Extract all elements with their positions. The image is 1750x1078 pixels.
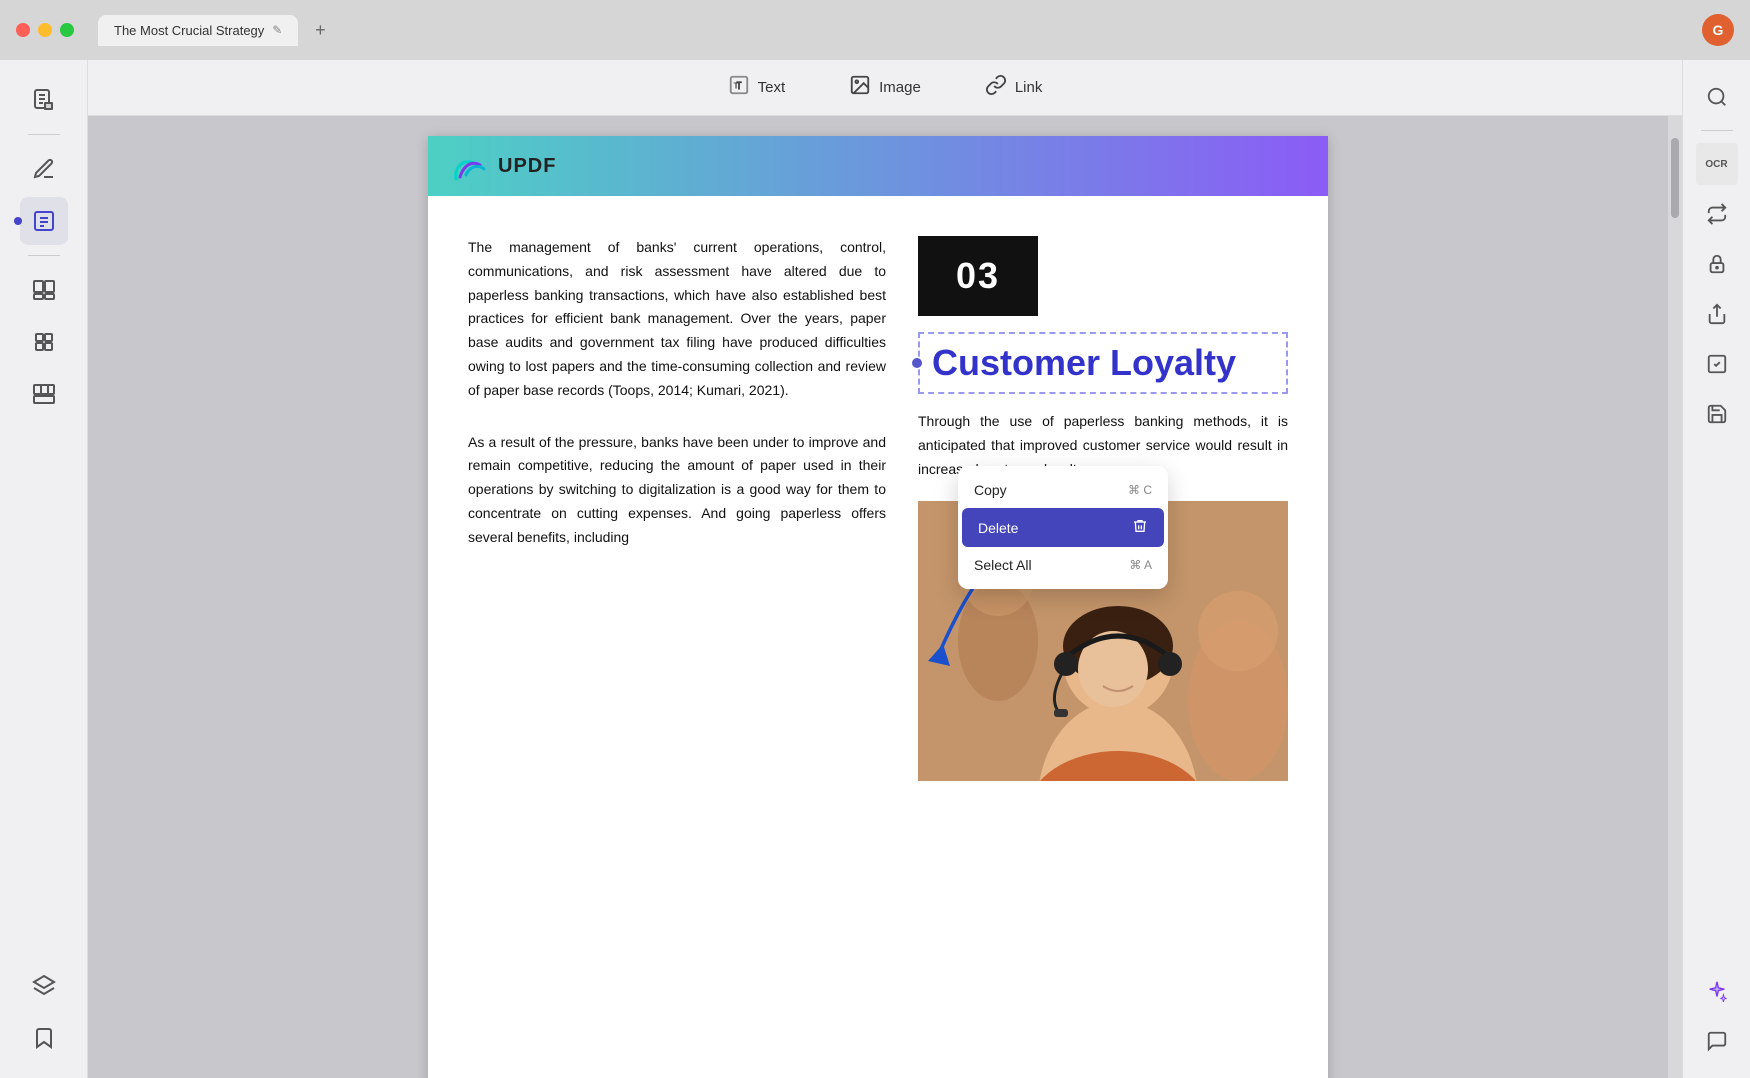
svg-text:T: T bbox=[733, 82, 738, 91]
paragraph-2: As a result of the pressure, banks have … bbox=[468, 431, 886, 550]
ocr-panel-icon[interactable]: OCR bbox=[1696, 143, 1738, 185]
context-menu-copy[interactable]: Copy ⌘ C bbox=[958, 472, 1168, 508]
sidebar-divider-1 bbox=[28, 134, 60, 135]
updf-logo: UPDF bbox=[452, 151, 556, 181]
context-menu-select-all-shortcut: ⌘ A bbox=[1129, 558, 1152, 572]
doc-scroll[interactable]: UPDF The management of banks' current op… bbox=[88, 116, 1668, 1078]
user-avatar[interactable]: G bbox=[1702, 14, 1734, 46]
left-sidebar bbox=[0, 60, 88, 1078]
image-tool-label: Image bbox=[879, 79, 921, 96]
sidebar-icon-edit[interactable] bbox=[20, 197, 68, 245]
context-menu-select-all-label: Select All bbox=[974, 557, 1032, 573]
context-menu-delete[interactable]: Delete bbox=[962, 508, 1164, 547]
check-panel-icon[interactable] bbox=[1696, 343, 1738, 385]
context-menu-delete-icon bbox=[1132, 518, 1148, 537]
right-panel-divider-1 bbox=[1701, 130, 1733, 131]
sidebar-icon-stamp[interactable] bbox=[20, 370, 68, 418]
scrollbar-track[interactable] bbox=[1668, 116, 1682, 1078]
app-window: T Text Image bbox=[0, 60, 1750, 1078]
text-tool-label: Text bbox=[758, 79, 786, 96]
close-button[interactable] bbox=[16, 23, 30, 37]
section-heading: Customer Loyalty bbox=[932, 342, 1236, 383]
sidebar-icon-organize[interactable] bbox=[20, 266, 68, 314]
heading-selection-dot bbox=[912, 358, 922, 368]
context-menu-copy-label: Copy bbox=[974, 482, 1007, 498]
doc-page: UPDF The management of banks' current op… bbox=[428, 136, 1328, 1078]
titlebar: The Most Crucial Strategy ✎ + G bbox=[0, 0, 1750, 60]
minimize-button[interactable] bbox=[38, 23, 52, 37]
link-tool-button[interactable]: Link bbox=[973, 68, 1055, 107]
heading-box[interactable]: Customer Loyalty bbox=[918, 332, 1288, 394]
sidebar-icon-annotate[interactable] bbox=[20, 145, 68, 193]
edit-tab-icon[interactable]: ✎ bbox=[272, 23, 282, 37]
text-tool-button[interactable]: T Text bbox=[716, 68, 798, 107]
tab-title: The Most Crucial Strategy bbox=[114, 23, 264, 38]
paragraph-1: The management of banks' current operati… bbox=[468, 236, 886, 403]
doc-header: UPDF bbox=[428, 136, 1328, 196]
active-indicator bbox=[14, 217, 22, 225]
right-panel: OCR bbox=[1682, 60, 1750, 1078]
save-panel-icon[interactable] bbox=[1696, 393, 1738, 435]
share-panel-icon[interactable] bbox=[1696, 293, 1738, 335]
link-tool-icon bbox=[985, 74, 1007, 101]
sidebar-icon-compress[interactable] bbox=[20, 318, 68, 366]
right-panel-bottom bbox=[1696, 970, 1738, 1062]
sidebar-icon-bookmark[interactable] bbox=[20, 1014, 68, 1062]
sidebar-icon-document[interactable] bbox=[20, 76, 68, 124]
sidebar-bottom bbox=[20, 962, 68, 1062]
search-panel-icon[interactable] bbox=[1696, 76, 1738, 118]
toolbar: T Text Image bbox=[88, 60, 1682, 116]
maximize-button[interactable] bbox=[60, 23, 74, 37]
doc-body: The management of banks' current operati… bbox=[428, 196, 1328, 821]
scrollbar-thumb[interactable] bbox=[1671, 138, 1679, 218]
updf-logo-text: UPDF bbox=[498, 155, 556, 178]
context-menu-delete-label: Delete bbox=[978, 520, 1018, 536]
chat-panel-icon[interactable] bbox=[1696, 1020, 1738, 1062]
secure-panel-icon[interactable] bbox=[1696, 243, 1738, 285]
traffic-lights bbox=[16, 23, 74, 37]
convert-panel-icon[interactable] bbox=[1696, 193, 1738, 235]
add-tab-button[interactable]: + bbox=[306, 16, 334, 44]
section-number: 03 bbox=[956, 255, 1000, 297]
context-menu-copy-shortcut: ⌘ C bbox=[1128, 483, 1152, 497]
context-menu: Copy ⌘ C Delete Select All bbox=[958, 466, 1168, 589]
text-tool-icon: T bbox=[728, 74, 750, 101]
doc-area: UPDF The management of banks' current op… bbox=[88, 116, 1682, 1078]
active-tab[interactable]: The Most Crucial Strategy ✎ bbox=[98, 15, 298, 46]
ocr-label: OCR bbox=[1705, 159, 1727, 170]
image-tool-button[interactable]: Image bbox=[837, 68, 933, 107]
link-tool-label: Link bbox=[1015, 79, 1043, 96]
image-tool-icon bbox=[849, 74, 871, 101]
main-content: T Text Image bbox=[88, 60, 1682, 1078]
doc-left-column: The management of banks' current operati… bbox=[468, 236, 886, 781]
context-menu-select-all[interactable]: Select All ⌘ A bbox=[958, 547, 1168, 583]
ai-panel-icon[interactable] bbox=[1696, 970, 1738, 1012]
sidebar-divider-2 bbox=[28, 255, 60, 256]
section-number-box: 03 bbox=[918, 236, 1038, 316]
tab-area: The Most Crucial Strategy ✎ + bbox=[98, 15, 334, 46]
sidebar-icon-layers[interactable] bbox=[20, 962, 68, 1010]
